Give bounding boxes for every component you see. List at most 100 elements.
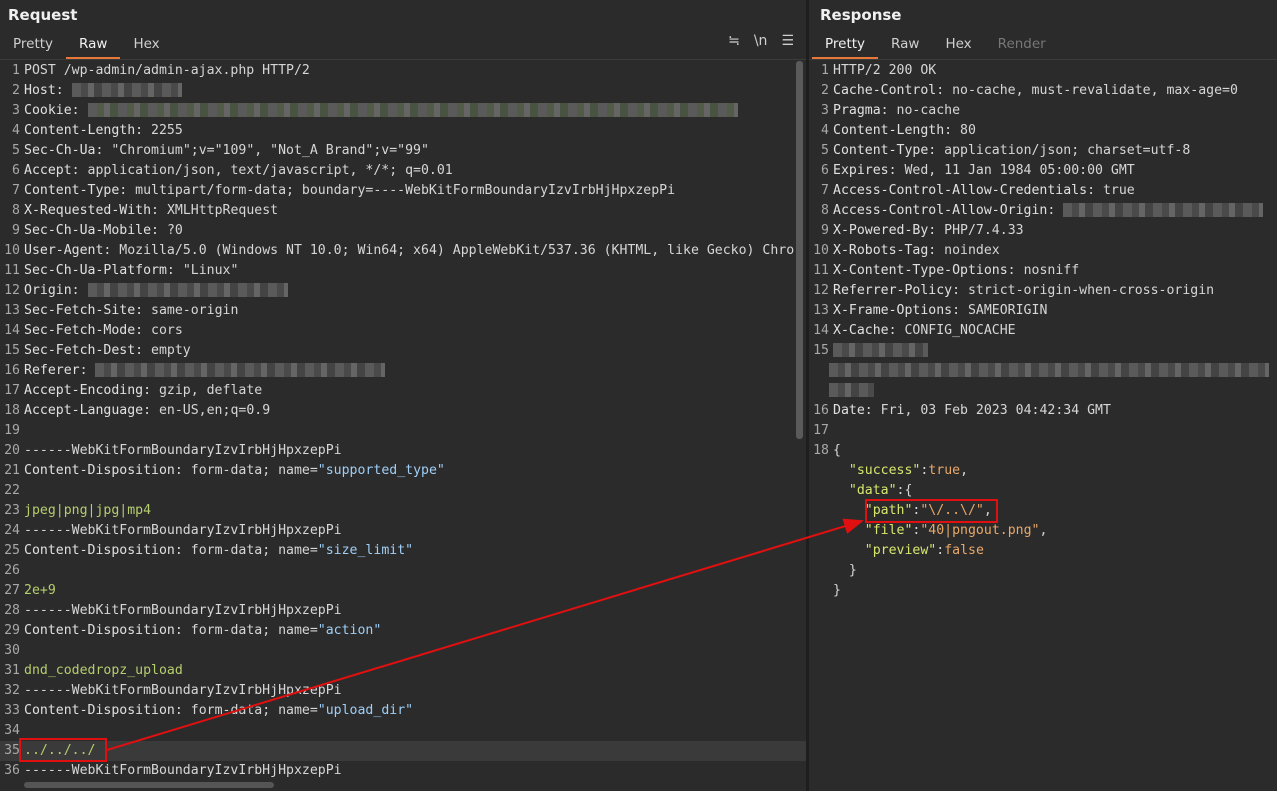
header-name: Cache-Control	[833, 83, 937, 98]
response-tab-pretty[interactable]: Pretty	[812, 31, 879, 59]
response-tab-raw[interactable]: Raw	[878, 31, 932, 59]
line-number: 16	[813, 403, 829, 418]
response-line: 10 X-Robots-Tag: noindex	[809, 241, 1277, 261]
header-value: no-cache	[896, 103, 961, 118]
response-line: 15	[809, 341, 1277, 401]
line-content: Accept-Encoding: gzip, deflate	[24, 383, 263, 398]
line-content: Access-Control-Allow-Credentials: true	[833, 183, 1135, 198]
line-number: 10	[4, 243, 20, 258]
request-vertical-scrollbar[interactable]	[796, 61, 803, 439]
json-punct	[833, 503, 865, 518]
line-content	[829, 341, 1269, 401]
json-punct: ,	[1039, 523, 1048, 538]
line-number: 26	[4, 563, 20, 578]
line-content: Sec-Fetch-Site: same-origin	[24, 303, 239, 318]
line-content: Content-Disposition: form-data; name="si…	[24, 543, 414, 558]
response-line: 2 Cache-Control: no-cache, must-revalidat…	[809, 81, 1277, 101]
line-number: 6	[821, 163, 829, 178]
line-content: X-Requested-With: XMLHttpRequest	[24, 203, 279, 218]
header-value: multipart/form-data; boundary=----WebKit…	[135, 183, 676, 198]
line-content: Sec-Fetch-Dest: empty	[24, 343, 191, 358]
line-content: Pragma: no-cache	[833, 103, 961, 118]
header-value: "Chromium";v="109", "Not_A Brand";v="99"	[111, 143, 429, 158]
json-punct: ,	[960, 463, 969, 478]
line-number: 11	[813, 263, 829, 278]
header-value: form-data; name=	[190, 543, 318, 558]
header-name: Referrer-Policy	[833, 283, 953, 298]
header-name: Sec-Ch-Ua-Platform	[24, 263, 167, 278]
body-value: 2e+9	[24, 583, 56, 598]
line-number: 12	[813, 283, 829, 298]
request-tab-raw[interactable]: Raw	[66, 31, 121, 59]
line-content: Sec-Ch-Ua-Platform: "Linux"	[24, 263, 239, 278]
request-line: 32 ------WebKitFormBoundaryIzvIrbHjHpxzep…	[0, 681, 806, 701]
line-content: Accept-Language: en-US,en;q=0.9	[24, 403, 271, 418]
field-name: "upload_dir"	[317, 703, 414, 718]
line-text: ------WebKitFormBoundaryIzvIrbHjHpxzepPi	[24, 443, 342, 458]
json-key: "file"	[864, 523, 913, 538]
line-content: Sec-Fetch-Mode: cors	[24, 323, 183, 338]
request-line: 29 Content-Disposition: form-data; name="…	[0, 621, 806, 641]
header-value: CONFIG_NOCACHE	[904, 323, 1016, 338]
redacted-value	[87, 283, 288, 297]
response-line: 16 Date: Fri, 03 Feb 2023 04:42:34 GMT	[809, 401, 1277, 421]
response-line: 14 X-Cache: CONFIG_NOCACHE	[809, 321, 1277, 341]
line-number: 10	[813, 243, 829, 258]
line-number: 34	[4, 723, 20, 738]
request-line: 16 Referer:	[0, 361, 806, 381]
line-content: X-Frame-Options: SAMEORIGIN	[833, 303, 1048, 318]
request-line: 18 Accept-Language: en-US,en;q=0.9	[0, 401, 806, 421]
json-punct: :	[936, 543, 945, 558]
request-line: 27 2e+9	[0, 581, 806, 601]
header-value: cors	[151, 323, 183, 338]
header-name: Expires	[833, 163, 889, 178]
show-newlines-button[interactable]: \n	[754, 33, 768, 49]
header-value: ?0	[166, 223, 183, 238]
line-content: Content-Length: 2255	[24, 123, 183, 138]
line-number: 6	[12, 163, 20, 178]
redacted-value	[1063, 203, 1264, 217]
response-line: 12 Referrer-Policy: strict-origin-when-cr…	[809, 281, 1277, 301]
line-number: 19	[4, 423, 20, 438]
response-line: 9 X-Powered-By: PHP/7.4.33	[809, 221, 1277, 241]
header-name: Content-Disposition	[24, 463, 175, 478]
request-editor[interactable]: 1 POST /wp-admin/admin-ajax.php HTTP/2 2 Ho…	[0, 61, 806, 791]
line-content: Origin:	[20, 281, 288, 301]
menu-icon[interactable]: ☰	[781, 33, 794, 49]
line-content: jpeg|png|jpg|mp4	[20, 501, 151, 521]
line-number: 30	[4, 643, 20, 658]
response-editor[interactable]: 1 HTTP/2 200 OK 2 Cache-Control: no-cache, …	[809, 61, 1277, 791]
request-tab-pretty[interactable]: Pretty	[0, 31, 66, 59]
header-value: SAMEORIGIN	[967, 303, 1048, 318]
line-number: 1	[12, 63, 20, 78]
header-name: X-Content-Type-Options	[833, 263, 1008, 278]
request-title: Request	[8, 6, 78, 24]
line-content: User-Agent: Mozilla/5.0 (Windows NT 10.0…	[24, 243, 795, 258]
redacted-value	[87, 103, 738, 117]
header-name: Sec-Fetch-Site	[24, 303, 136, 318]
json-punct: :{	[896, 483, 913, 498]
request-line: 3 Cookie:	[0, 101, 806, 121]
redacted-value	[95, 363, 386, 377]
line-content: Host:	[20, 81, 182, 101]
request-line: 9 Sec-Ch-Ua-Mobile: ?0	[0, 221, 806, 241]
line-text: HTTP/2 200 OK	[833, 63, 937, 78]
header-name: Accept-Encoding	[24, 383, 144, 398]
request-horizontal-scrollbar[interactable]	[24, 782, 274, 788]
request-tab-hex[interactable]: Hex	[120, 31, 172, 59]
response-tab-render[interactable]: Render	[985, 31, 1059, 59]
response-tabs: Pretty Raw Hex Render	[812, 31, 1059, 59]
line-number: 20	[4, 443, 20, 458]
json-punct: {	[833, 443, 841, 458]
line-number: 7	[12, 183, 20, 198]
line-number: 18	[813, 443, 829, 458]
line-content: Content-Length: 80	[833, 123, 976, 138]
line-number: 11	[4, 263, 20, 278]
request-line: 4 Content-Length: 2255	[0, 121, 806, 141]
word-wrap-icon[interactable]: ≒	[728, 33, 740, 49]
header-value: strict-origin-when-cross-origin	[967, 283, 1215, 298]
line-content: }	[829, 581, 841, 601]
header-name: Pragma	[833, 103, 881, 118]
response-tab-hex[interactable]: Hex	[932, 31, 984, 59]
line-content: POST /wp-admin/admin-ajax.php HTTP/2	[20, 61, 310, 81]
